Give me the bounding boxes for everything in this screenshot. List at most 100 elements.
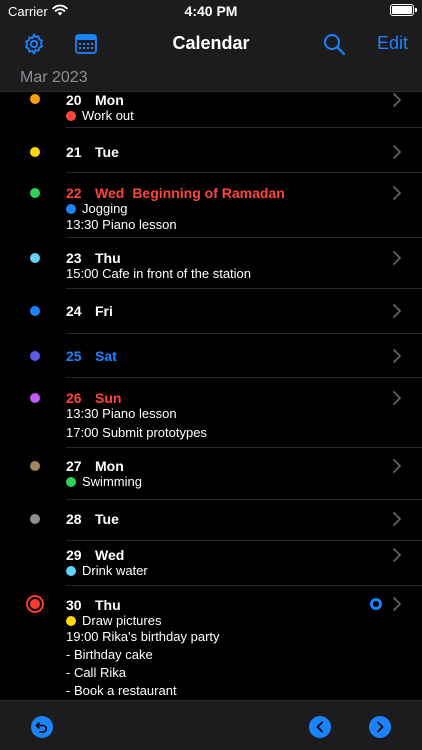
day-color-dot	[30, 393, 40, 403]
bottom-toolbar	[0, 700, 422, 750]
chevron-right-icon	[393, 186, 401, 200]
chevron-right-icon	[393, 251, 401, 265]
event-note: - Book a restaurant	[66, 683, 177, 698]
event-item: Drink water	[66, 563, 148, 578]
day-row[interactable]: 28 Tue	[0, 500, 422, 541]
day-of-week: Mon	[95, 92, 124, 108]
chevron-right-icon	[393, 512, 401, 526]
day-heading: 24 Fri	[66, 303, 113, 319]
event-title: Swimming	[82, 474, 142, 489]
day-heading: 23 Thu	[66, 250, 121, 266]
day-color-dot	[30, 94, 40, 104]
status-time: 4:40 PM	[184, 3, 238, 19]
day-number: 26	[66, 390, 82, 406]
search-icon[interactable]	[322, 32, 346, 56]
event-title: 17:00 Submit prototypes	[66, 425, 207, 440]
day-heading: 30 Thu	[66, 597, 121, 613]
day-row[interactable]: 20 Mon Work out	[0, 92, 422, 128]
day-list[interactable]: 20 Mon Work out 21 Tue 22 Wed Beginning of R…	[0, 92, 422, 700]
battery-icon	[390, 4, 417, 16]
month-section-header: Mar 2023	[0, 66, 422, 92]
event-note-text: - Birthday cake	[66, 647, 153, 662]
day-of-week: Thu	[95, 250, 121, 266]
month-label: Mar 2023	[20, 69, 88, 86]
event-item: 13:30 Piano lesson	[66, 406, 177, 421]
event-color-dot	[66, 111, 76, 121]
day-row[interactable]: 21 Tue	[0, 128, 422, 173]
day-number: 22	[66, 185, 82, 201]
day-heading: 20 Mon	[66, 92, 124, 108]
day-row[interactable]: 27 Mon Swimming	[0, 448, 422, 500]
chevron-right-circle-icon[interactable]	[369, 716, 391, 738]
event-title: 19:00 Rika's birthday party	[66, 629, 220, 644]
chevron-left-circle-icon[interactable]	[309, 716, 331, 738]
event-title: Drink water	[82, 563, 148, 578]
page-title: Calendar	[172, 33, 250, 53]
chevron-right-icon	[393, 548, 401, 562]
event-note-text: - Book a restaurant	[66, 683, 177, 698]
chevron-right-icon	[393, 459, 401, 473]
chevron-right-icon	[393, 391, 401, 405]
event-item: Jogging	[66, 201, 128, 216]
day-of-week: Sun	[95, 390, 122, 406]
day-row[interactable]: 23 Thu 15:00 Cafe in front of the station	[0, 238, 422, 289]
day-number: 24	[66, 303, 82, 319]
day-of-week: Wed	[95, 547, 125, 563]
chevron-right-icon	[393, 93, 401, 107]
day-heading: 25 Sat	[66, 348, 117, 364]
day-row-today[interactable]: 30 Thu Draw pictures 19:00 Rika's birthda…	[0, 586, 422, 700]
event-note-text: - Call Rika	[66, 665, 126, 680]
day-heading: 28 Tue	[66, 511, 119, 527]
event-title: 15:00 Cafe in front of the station	[66, 266, 252, 281]
event-color-dot	[66, 477, 76, 487]
event-color-dot	[66, 616, 76, 626]
day-row[interactable]: 26 Sun 13:30 Piano lesson 17:00 Submit pr…	[0, 378, 422, 448]
undo-arrow-icon[interactable]	[31, 716, 53, 738]
chevron-right-icon	[393, 597, 401, 611]
day-heading: 29 Wed	[66, 547, 124, 563]
day-of-week: Thu	[95, 597, 121, 613]
day-row[interactable]: 29 Wed Drink water	[0, 541, 422, 586]
navigation-bar: Calendar Edit	[0, 22, 422, 66]
day-color-dot	[30, 351, 40, 361]
day-row[interactable]: 25 Sat	[0, 334, 422, 378]
event-note: - Birthday cake	[66, 647, 153, 662]
event-item: 13:30 Piano lesson	[66, 217, 177, 232]
event-item: Swimming	[66, 474, 142, 489]
event-title: Draw pictures	[82, 613, 162, 628]
event-item: 19:00 Rika's birthday party	[66, 629, 220, 644]
event-item: Work out	[66, 108, 134, 123]
day-color-dot	[30, 461, 40, 471]
day-heading: 21 Tue	[66, 144, 119, 160]
event-title: 13:30 Piano lesson	[66, 217, 177, 232]
day-heading: 22 Wed Beginning of Ramadan	[66, 185, 285, 201]
day-of-week: Mon	[95, 458, 124, 474]
day-of-week: Fri	[95, 303, 113, 319]
day-heading: 26 Sun	[66, 390, 121, 406]
day-color-dot	[30, 188, 40, 198]
alarm-badge-icon	[370, 598, 382, 610]
event-note: - Call Rika	[66, 665, 126, 680]
day-number: 20	[66, 92, 82, 108]
day-number: 28	[66, 511, 82, 527]
day-of-week: Tue	[95, 144, 119, 160]
day-color-dot	[30, 514, 40, 524]
day-number: 27	[66, 458, 82, 474]
edit-button[interactable]: Edit	[377, 33, 408, 54]
event-title: Work out	[82, 108, 134, 123]
day-row[interactable]: 22 Wed Beginning of Ramadan Jogging 13:30 …	[0, 173, 422, 238]
day-heading: 27 Mon	[66, 458, 124, 474]
event-color-dot	[66, 204, 76, 214]
day-color-dot	[30, 306, 40, 316]
event-color-dot	[66, 566, 76, 576]
day-color-dot	[30, 253, 40, 263]
holiday-label: Beginning of Ramadan	[132, 185, 285, 201]
day-color-dot	[30, 147, 40, 157]
day-number: 29	[66, 547, 82, 563]
chevron-right-icon	[393, 349, 401, 363]
day-number: 25	[66, 348, 82, 364]
chevron-right-icon	[393, 145, 401, 159]
day-row[interactable]: 24 Fri	[0, 289, 422, 334]
event-item: 15:00 Cafe in front of the station	[66, 266, 251, 281]
day-of-week: Tue	[95, 511, 119, 527]
